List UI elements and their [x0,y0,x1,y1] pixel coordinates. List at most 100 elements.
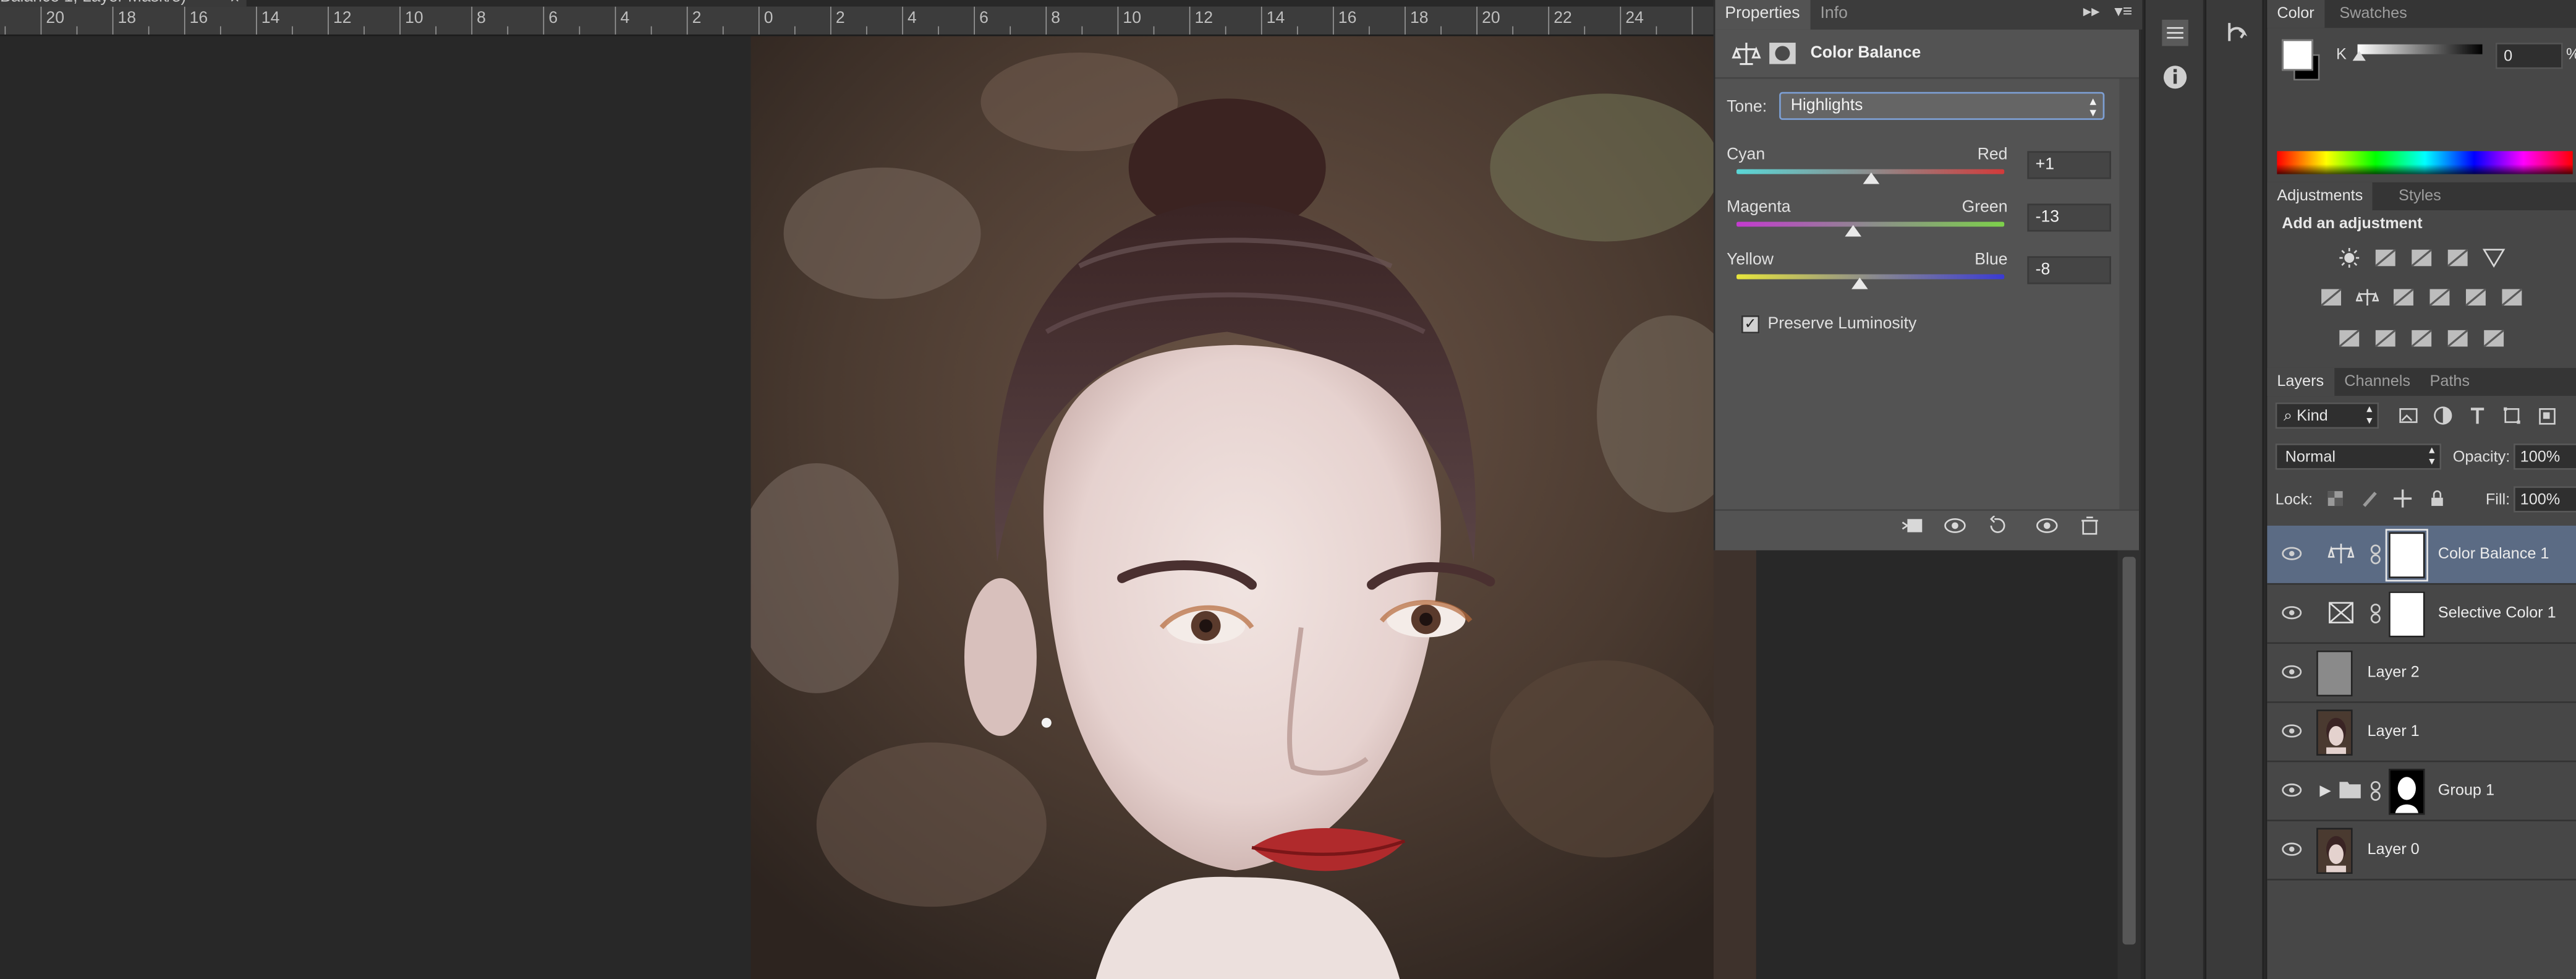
photo-filter-icon[interactable] [2428,288,2451,307]
posterize-icon[interactable] [2374,328,2397,348]
clip-to-layer-icon[interactable] [1901,516,1924,536]
view-previous-icon[interactable] [1944,516,1966,536]
visibility-eye-icon[interactable] [2281,544,2303,563]
tab-color[interactable]: Color [2267,0,2324,28]
tab-info[interactable]: Info [1811,0,1858,30]
layer-mask-thumbnail[interactable] [2385,529,2428,582]
mask-link-icon[interactable] [2369,603,2382,625]
tab-properties[interactable]: Properties [1715,0,1810,30]
info-panel-icon[interactable] [2161,62,2190,92]
scrollbar-thumb[interactable] [2122,557,2136,945]
slider-thumb[interactable] [1863,172,1880,184]
history-panel-icon[interactable] [2221,18,2251,48]
blend-mode-dropdown[interactable]: Normal ▴ ▾ [2275,443,2442,470]
pixel-filter-icon[interactable] [2399,406,2418,425]
preserve-luminosity-checkbox[interactable]: ✓ [1741,315,1760,334]
gradient-map-icon[interactable] [2483,328,2506,348]
black-white-icon[interactable] [2392,288,2415,307]
tab-channels[interactable]: Channels [2334,368,2420,396]
threshold-icon[interactable] [2410,328,2433,348]
layer-row[interactable]: Color Balance 1 [2267,525,2576,585]
lock-all-icon[interactable] [2428,489,2446,507]
lock-image-icon[interactable] [2361,489,2379,507]
lock-position-icon[interactable] [2394,489,2412,508]
tab-paths[interactable]: Paths [2420,368,2480,396]
properties-panel: Properties Info ▸▸ ▾≡ Color Balance Tone… [1713,0,2143,550]
group-mask-thumbnail[interactable] [2389,769,2425,815]
channel-mixer-icon[interactable] [2464,288,2487,307]
color-lookup-icon[interactable] [2501,288,2523,307]
triangle-icon[interactable] [2482,248,2506,268]
properties-panel-icon[interactable] [2161,18,2190,48]
vertical-scrollbar[interactable] [2117,550,2141,979]
invert-icon[interactable] [2338,328,2361,348]
horizontal-ruler[interactable]: 20 18 16 14 12 10 8 6 4 2 0 2 4 6 8 10 12 14 16 18 20 22 24 [0,6,1714,36]
vibrance-icon[interactable] [2319,288,2342,307]
tab-adjustments[interactable]: Adjustments [2267,182,2373,210]
smart-object-filter-icon[interactable] [2536,406,2556,425]
layer-mask-icon[interactable] [1768,40,1798,69]
layer-row[interactable]: Layer 2 [2267,644,2576,703]
k-slider-track[interactable] [2357,44,2483,54]
visibility-eye-icon[interactable] [2281,839,2303,859]
visibility-eye-icon[interactable] [2281,721,2303,741]
layer-name[interactable]: Group 1 [2438,782,2494,800]
layer-name[interactable]: Color Balance 1 [2438,545,2549,563]
tab-layers[interactable]: Layers [2267,367,2334,396]
slider-track[interactable] [1736,274,2005,280]
color-spectrum-ramp[interactable] [2277,151,2573,174]
layer-name[interactable]: Layer 0 [2368,841,2420,859]
fill-field[interactable]: 100% [2514,486,2576,513]
exposure-icon[interactable] [2446,248,2469,268]
layer-name[interactable]: Selective Color 1 [2438,604,2556,622]
visibility-eye-icon[interactable] [2281,603,2303,623]
slider-value-field[interactable]: +1 [2027,151,2111,179]
layer-thumbnail[interactable] [2316,827,2353,874]
layer-thumbnail[interactable] [2316,709,2353,756]
brightness-contrast-icon[interactable] [2338,248,2361,268]
curves-icon[interactable] [2410,248,2433,268]
lock-transparent-icon[interactable] [2326,489,2344,507]
visibility-icon[interactable] [2036,516,2059,536]
visibility-eye-icon[interactable] [2281,662,2303,682]
foreground-color-swatch[interactable] [2282,39,2313,71]
mask-link-icon[interactable] [2369,544,2382,565]
layer-row[interactable]: Layer 0 [2267,821,2576,881]
slider-track[interactable] [1736,221,2005,227]
layer-filter-dropdown[interactable]: ⌕ Kind ▴ ▾ [2275,402,2379,429]
layer-row[interactable]: Selective Color 1 [2267,584,2576,644]
layer-mask-thumbnail[interactable] [2389,591,2425,638]
type-filter-icon[interactable] [2468,406,2488,425]
shape-filter-icon[interactable] [2502,406,2522,425]
portrait-photo[interactable] [750,36,1756,979]
expand-group-icon[interactable]: ▶ [2319,782,2331,800]
opacity-field[interactable]: 100% [2514,443,2576,470]
slider-value-field[interactable]: -8 [2027,256,2111,284]
tone-dropdown[interactable]: Highlights ▴ ▾ [1779,92,2105,120]
tab-swatches[interactable]: Swatches [2329,0,2417,28]
properties-scrollbar[interactable] [2119,79,2140,510]
slider-value-field[interactable]: -13 [2027,203,2111,232]
adjustment-filter-icon[interactable] [2433,406,2453,425]
delete-icon[interactable] [2078,516,2101,536]
levels-icon[interactable] [2374,248,2397,268]
layer-row[interactable]: Layer 1 [2267,703,2576,763]
mask-link-icon[interactable] [2369,780,2382,802]
visibility-eye-icon[interactable] [2281,780,2303,800]
reset-icon[interactable] [1986,515,2009,536]
k-slider-thumb[interactable] [2352,51,2366,61]
slider-thumb[interactable] [1851,277,1868,289]
panel-menu-icon[interactable]: ▾≡ [2114,3,2132,21]
color-balance-icon[interactable] [2355,288,2379,307]
layer-name[interactable]: Layer 2 [2368,664,2420,682]
slider-thumb[interactable] [1845,224,1861,237]
history-dock-strip [2204,0,2264,979]
k-value-field[interactable]: 0 [2495,43,2563,69]
layer-name[interactable]: Layer 1 [2368,723,2420,741]
selective-color-icon[interactable] [2446,328,2469,348]
collapse-panel-icon[interactable]: ▸▸ [2083,3,2100,21]
ruler-tick-label: 2 [835,9,845,28]
layer-row[interactable]: ▶ Group 1 [2267,762,2576,822]
tab-styles[interactable]: Styles [2389,182,2451,210]
layer-thumbnail[interactable] [2316,650,2353,697]
